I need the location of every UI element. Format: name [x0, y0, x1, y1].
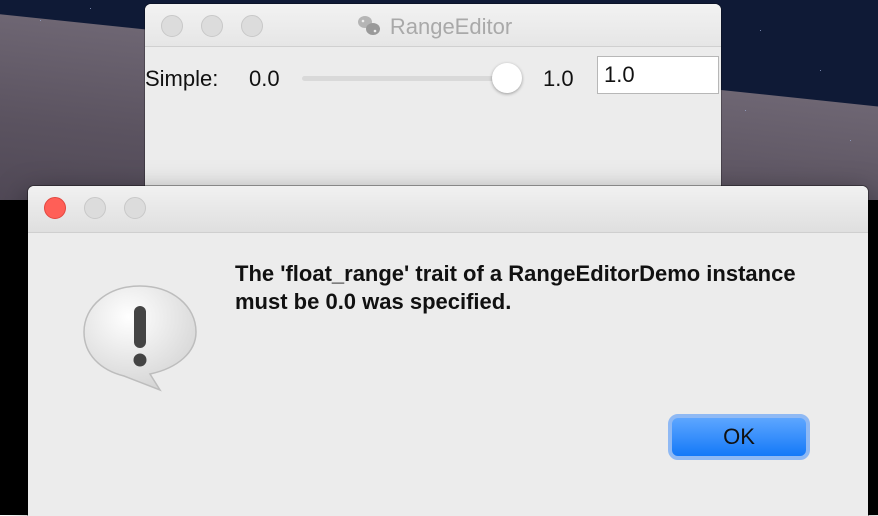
caution-speech-bubble-icon [83, 285, 197, 392]
alert-titlebar[interactable] [28, 186, 868, 233]
star [820, 70, 821, 71]
alert-dialog: The 'float_range' trait of a RangeEditor… [28, 186, 868, 516]
star [40, 20, 41, 21]
window-title-text: RangeEditor [389, 14, 513, 39]
star [850, 140, 851, 141]
star [90, 8, 91, 9]
value-input[interactable] [597, 56, 719, 94]
ok-button[interactable]: OK [668, 414, 810, 460]
window-title: RangeEditor [145, 14, 721, 40]
simple-label: Simple: [145, 66, 219, 91]
range-editor-titlebar[interactable]: RangeEditor [145, 4, 721, 47]
close-button[interactable] [44, 197, 66, 219]
slider-knob[interactable] [492, 63, 522, 93]
range-slider[interactable] [302, 63, 522, 93]
star [760, 30, 761, 31]
range-editor-window: RangeEditor Simple: 0.0 1.0 [145, 4, 721, 204]
alert-message: The 'float_range' trait of a RangeEditor… [235, 261, 796, 314]
python-app-icon [357, 16, 380, 35]
range-low-label: 0.0 [249, 66, 280, 91]
star [745, 110, 746, 111]
zoom-button-disabled [124, 197, 146, 219]
minimize-button-disabled [84, 197, 106, 219]
range-high-label: 1.0 [543, 66, 574, 91]
